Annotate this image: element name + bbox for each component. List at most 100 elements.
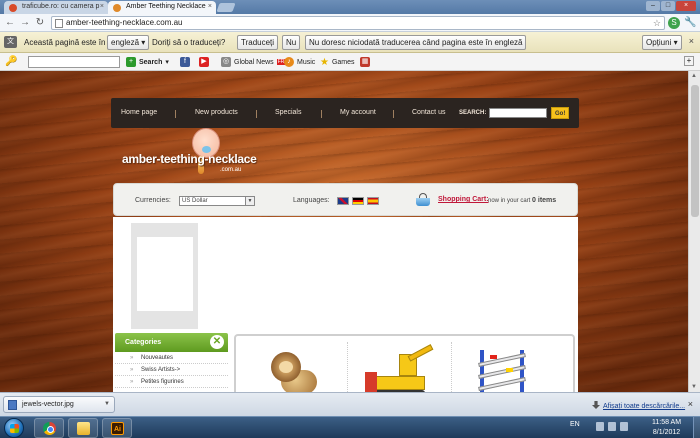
nav-my-account[interactable]: My account — [340, 109, 376, 116]
minimize-icon[interactable]: – — [646, 1, 660, 11]
chevron-down-icon: ▼ — [245, 197, 254, 205]
forward-arrow-icon[interactable]: → — [19, 17, 31, 29]
bulldozer-toy-image — [365, 344, 435, 392]
shopping-cart-link[interactable]: Shopping Cart: — [438, 196, 489, 203]
bookmark-star-icon[interactable]: ☆ — [653, 17, 661, 29]
start-button[interactable] — [4, 418, 24, 438]
clock[interactable]: 11:58 AM 8/1/2012 — [652, 418, 681, 438]
cart-count: 0 items — [532, 197, 557, 204]
category-item[interactable]: Swiss Artists-> — [115, 364, 228, 376]
show-desktop-button[interactable] — [693, 417, 700, 438]
scrollbar-thumb[interactable] — [691, 85, 699, 217]
nav-new-products[interactable]: New products — [195, 109, 238, 116]
globe-icon: ◎ — [221, 57, 231, 67]
reload-icon[interactable]: ↻ — [34, 17, 46, 29]
category-item[interactable]: Petites figurines — [115, 376, 228, 388]
product-track[interactable] — [454, 342, 556, 392]
download-icon — [592, 401, 600, 409]
music-button[interactable]: ♪ Music — [284, 57, 315, 67]
options-button[interactable]: Opțiuni ▾ — [642, 35, 682, 50]
tab-label: traficube.ro: cu camera p — [22, 3, 100, 10]
download-item[interactable]: jewels-vector.jpg ▼ — [3, 396, 115, 413]
currencies-label: Currencies: — [135, 197, 171, 204]
product-bulldozer[interactable] — [350, 342, 452, 392]
languages-label: Languages: — [293, 197, 330, 204]
close-tab-icon[interactable]: × — [208, 3, 212, 10]
nav-specials[interactable]: Specials — [275, 109, 301, 116]
games-button[interactable]: ★ Games — [320, 57, 355, 68]
taskbar-chrome[interactable] — [34, 418, 64, 438]
product-lion[interactable] — [246, 342, 348, 392]
url-text: amber-teething-necklace.com.au — [66, 18, 183, 27]
cart-info: now in your cart 0 items — [488, 197, 557, 204]
scroll-down-icon: ▼ — [691, 384, 697, 390]
back-arrow-icon[interactable]: ← — [4, 17, 16, 29]
language-select[interactable]: engleză ▾ — [107, 35, 150, 50]
language-indicator[interactable]: EN — [570, 421, 580, 428]
english-flag-icon[interactable] — [337, 197, 349, 205]
translate-button[interactable]: Traduceți — [237, 35, 279, 50]
nav-home[interactable]: Home page — [121, 109, 157, 116]
folder-icon — [77, 422, 90, 435]
category-item[interactable]: Nouveautes — [115, 352, 228, 364]
flag-icon[interactable] — [596, 422, 604, 431]
favicon-icon — [113, 4, 121, 12]
page-scrollbar[interactable]: ▲ ▼ — [688, 71, 700, 392]
new-tab-button[interactable] — [216, 3, 236, 12]
address-bar[interactable]: amber-teething-necklace.com.au ☆ — [51, 16, 665, 30]
page-icon — [55, 19, 63, 28]
wrench-menu-icon[interactable]: 🔧 — [684, 17, 696, 28]
german-flag-icon[interactable] — [352, 197, 364, 205]
site-logo[interactable]: amber-teething-necklace .com.au — [122, 126, 257, 180]
chrome-icon — [43, 422, 56, 435]
global-news-button[interactable]: ◎ Global News FREE — [221, 57, 293, 67]
close-tab-icon[interactable]: × — [100, 3, 104, 10]
logo-text: amber-teething-necklace — [122, 152, 257, 166]
page-content: Home page New products Specials My accou… — [0, 71, 688, 392]
add-icon[interactable]: + — [684, 56, 694, 66]
extension-icon[interactable]: S — [668, 17, 680, 29]
speaker-icon[interactable] — [620, 422, 628, 431]
nav-contact-us[interactable]: Contact us — [412, 109, 445, 116]
shopping-cart-icon[interactable] — [416, 193, 430, 207]
windows-taskbar: Ai EN 11:58 AM 8/1/2012 — [0, 416, 700, 438]
close-icon[interactable]: × — [688, 399, 693, 409]
site-search-label: SEARCH: — [459, 110, 487, 116]
toolbar-app-icon[interactable]: ▦ — [360, 57, 370, 67]
tab-traficube[interactable]: traficube.ro: cu camera p × — [4, 1, 108, 14]
tab-amber-teething[interactable]: Amber Teething Necklace × — [108, 1, 216, 14]
translate-infobar: 文 Această pagină este în engleză ▾ Doriț… — [0, 32, 700, 53]
maximize-icon[interactable]: □ — [661, 1, 675, 11]
go-button[interactable]: Go! — [551, 107, 570, 119]
tab-strip: traficube.ro: cu camera p × Amber Teethi… — [0, 0, 700, 14]
window-controls: – □ × — [646, 1, 696, 11]
chevron-down-icon[interactable]: ▼ — [104, 397, 110, 412]
downloads-bar: jewels-vector.jpg ▼ Afișați toate descăr… — [0, 392, 700, 416]
lion-toy-image — [271, 352, 317, 392]
browser-toolbar: ← → ↻ amber-teething-necklace.com.au ☆ S… — [0, 14, 700, 32]
key-icon[interactable]: 🔑 — [5, 56, 17, 67]
close-window-icon[interactable]: × — [676, 1, 696, 11]
toolbar-search-input[interactable] — [28, 56, 120, 68]
show-all-downloads-link[interactable]: Afișați toate descărcările... — [592, 401, 685, 410]
categories-box: Categories ✕ Nouveautes Swiss Artists-> … — [115, 333, 228, 392]
music-icon: ♪ — [284, 57, 294, 67]
banner-placeholder — [131, 223, 198, 329]
currency-select[interactable]: US Dollar ▼ — [179, 196, 255, 206]
favicon-icon — [9, 4, 17, 12]
no-button[interactable]: Nu — [282, 35, 301, 50]
facebook-icon[interactable]: f — [180, 57, 190, 67]
close-circle-icon[interactable]: ✕ — [210, 335, 224, 349]
plus-icon: + — [126, 57, 136, 67]
windows-logo-icon — [10, 424, 19, 433]
never-translate-button[interactable]: Nu doresc niciodată traducerea când pagi… — [305, 35, 527, 50]
taskbar-explorer[interactable] — [68, 418, 98, 438]
network-icon[interactable] — [608, 422, 616, 431]
spanish-flag-icon[interactable] — [367, 197, 379, 205]
toolbar-search-button[interactable]: + Search ▾ — [126, 57, 169, 67]
youtube-icon[interactable]: ▶ — [199, 57, 209, 67]
taskbar-illustrator[interactable]: Ai — [102, 418, 132, 438]
categories-header: Categories ✕ — [115, 333, 228, 352]
site-search-input[interactable] — [489, 108, 547, 118]
close-icon[interactable]: × — [689, 36, 694, 46]
